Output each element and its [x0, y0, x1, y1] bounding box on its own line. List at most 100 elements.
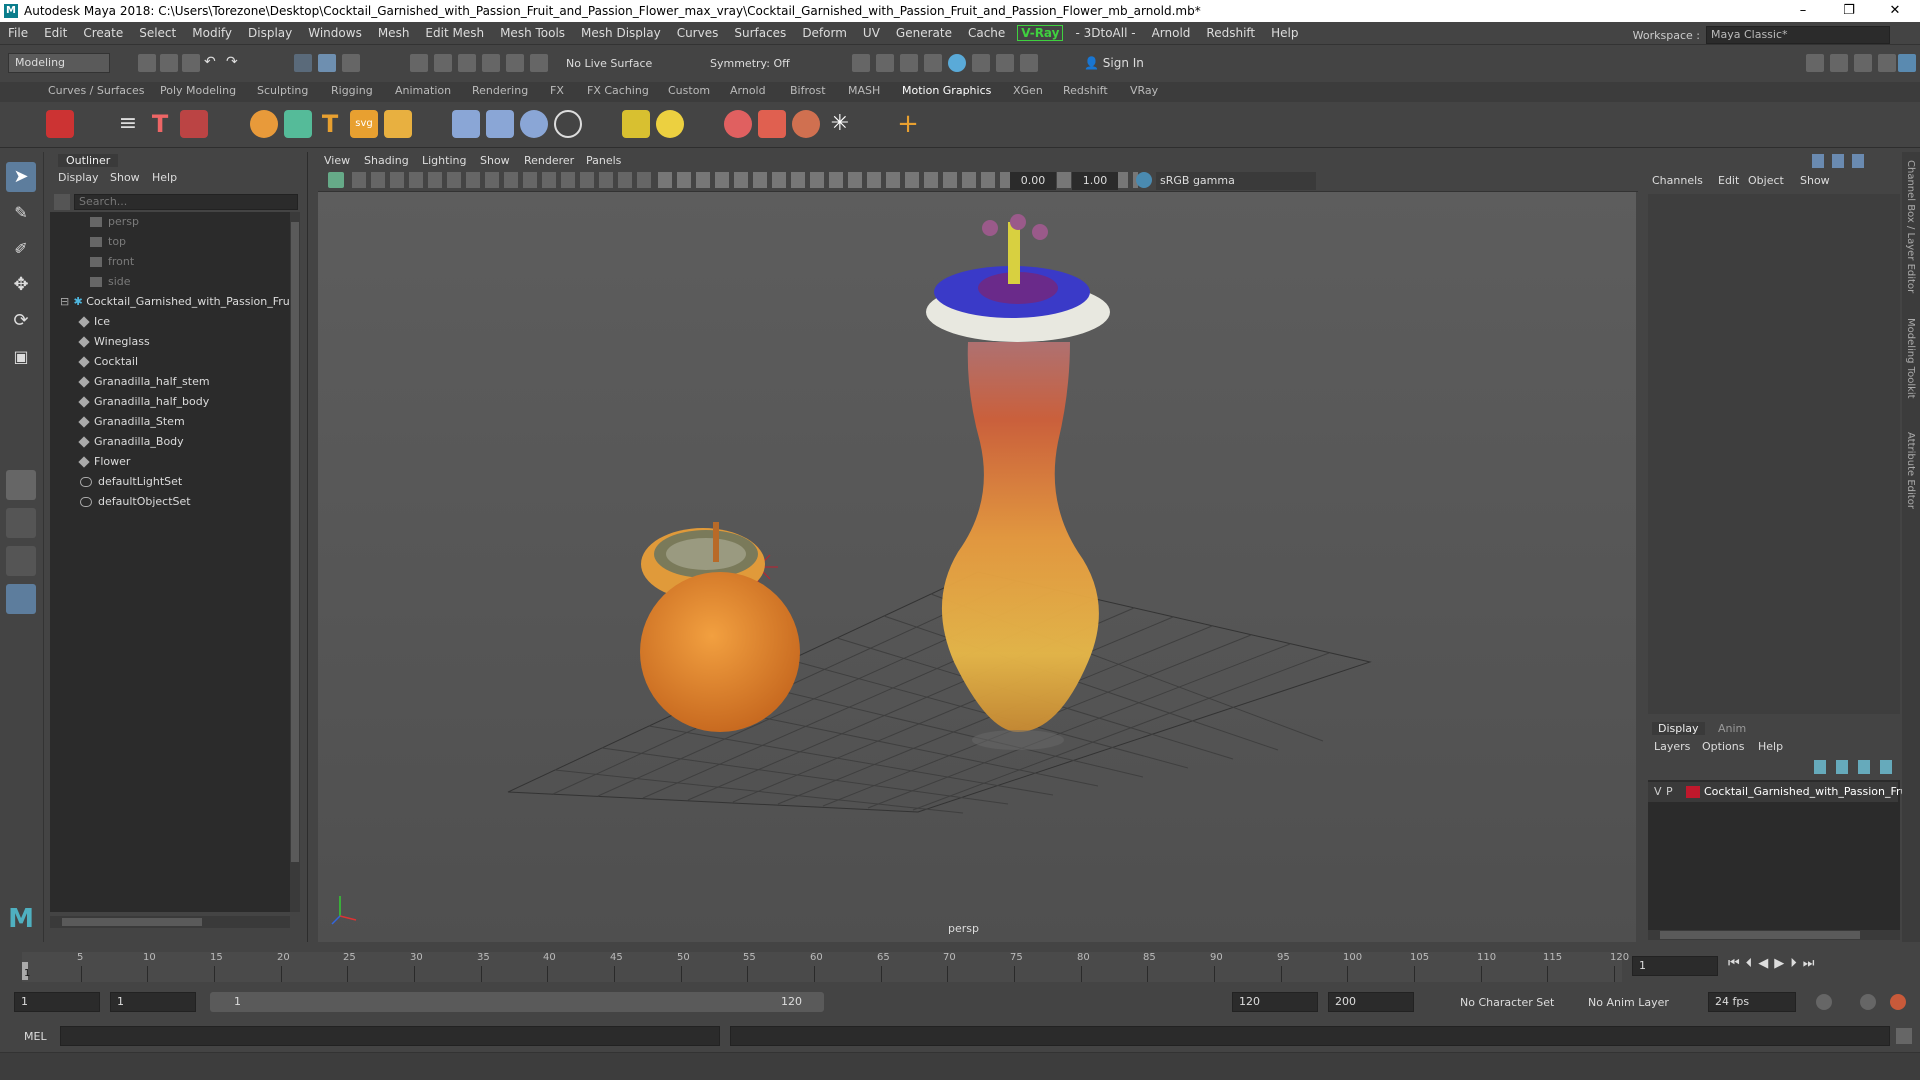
side-tab-attribute-editor[interactable]: Attribute Editor	[1905, 432, 1916, 509]
box-icon[interactable]	[384, 110, 412, 138]
select-by-component-icon[interactable]	[342, 54, 360, 72]
minimize-button[interactable]: –	[1780, 0, 1826, 22]
text-icon[interactable]: T	[316, 110, 344, 138]
outliner-item-granadilla-stem[interactable]: Granadilla_Stem	[78, 412, 185, 432]
layer-menu-help[interactable]: Help	[1758, 740, 1783, 753]
layer-menu-options[interactable]: Options	[1702, 740, 1744, 753]
channel-box-toggle-icon[interactable]	[1878, 54, 1896, 72]
menu-select[interactable]: Select	[131, 26, 184, 40]
layer-row[interactable]: V P Cocktail_Garnished_with_Passion_Fru	[1648, 782, 1908, 802]
list-icon[interactable]: ≡	[114, 110, 142, 138]
blob-icon[interactable]	[792, 110, 820, 138]
add-icon[interactable]: +	[894, 110, 922, 138]
command-input[interactable]	[60, 1026, 720, 1046]
layer-horizontal-scrollbar[interactable]	[1648, 930, 1900, 940]
wave-deformer-icon[interactable]	[486, 110, 514, 138]
menu-deform[interactable]: Deform	[794, 26, 855, 40]
layer-editor-toggle-icon[interactable]	[1898, 54, 1916, 72]
step-forward-icon[interactable]: ⏵	[1790, 956, 1803, 971]
channel-menu-object[interactable]: Object	[1748, 174, 1784, 187]
undo-icon[interactable]: ↶	[204, 54, 222, 72]
shelf-tab-mash[interactable]: MASH	[848, 84, 880, 97]
tool-settings-toggle-icon[interactable]	[1854, 54, 1872, 72]
shelf-tab-vray[interactable]: VRay	[1130, 84, 1158, 97]
side-tab-modeling-toolkit[interactable]: Modeling Toolkit	[1905, 318, 1916, 399]
scale-tool-icon[interactable]: ▣	[6, 342, 36, 372]
shelf-tab-arnold[interactable]: Arnold	[730, 84, 766, 97]
outliner-menu-show[interactable]: Show	[110, 171, 140, 184]
perspective-viewport[interactable]: persp	[318, 192, 1636, 942]
menu-mesh-display[interactable]: Mesh Display	[573, 26, 669, 40]
camera-tools-icons[interactable]	[352, 172, 652, 188]
menu-edit-mesh[interactable]: Edit Mesh	[417, 26, 492, 40]
outliner-search-input[interactable]: Search...	[74, 194, 298, 210]
arnold-render-icon[interactable]	[996, 54, 1014, 72]
sphere-deformer-icon[interactable]	[520, 110, 548, 138]
viewport-menu-shading[interactable]: Shading	[364, 154, 409, 167]
particles-icon[interactable]	[724, 110, 752, 138]
select-tool-icon[interactable]: ➤	[6, 162, 36, 192]
menu-edit[interactable]: Edit	[36, 26, 75, 40]
menu-mesh-tools[interactable]: Mesh Tools	[492, 26, 573, 40]
redo-icon[interactable]: ↷	[226, 54, 244, 72]
layer-action-icons[interactable]	[1814, 760, 1894, 774]
color-management-icon[interactable]	[1136, 172, 1152, 188]
layer-playback-toggle[interactable]: P	[1666, 782, 1673, 802]
viewport-menu-lighting[interactable]: Lighting	[422, 154, 466, 167]
menu-generate[interactable]: Generate	[888, 26, 960, 40]
emitter-icon[interactable]: ✳	[826, 110, 854, 138]
side-tab-channel-box[interactable]: Channel Box / Layer Editor	[1905, 160, 1916, 293]
loop-icon[interactable]	[1816, 994, 1832, 1010]
outliner-item-wineglass[interactable]: Wineglass	[78, 332, 150, 352]
restore-button[interactable]: ❐	[1826, 0, 1872, 22]
layer-color-swatch[interactable]	[1686, 786, 1700, 798]
menu-curves[interactable]: Curves	[669, 26, 727, 40]
channel-menu-show[interactable]: Show	[1800, 174, 1830, 187]
scrollbar-thumb[interactable]	[1660, 931, 1860, 939]
type-tool-icon[interactable]: T	[146, 110, 174, 138]
shape-icon[interactable]	[758, 110, 786, 138]
exposure-field[interactable]: 0.00	[1010, 172, 1056, 190]
select-by-hierarchy-icon[interactable]	[294, 54, 312, 72]
gamma-field[interactable]: 1.00	[1072, 172, 1118, 190]
select-by-object-icon[interactable]	[318, 54, 336, 72]
outliner-horizontal-scrollbar[interactable]	[50, 916, 290, 928]
outliner-item-top[interactable]: top	[90, 232, 126, 252]
shelf-tab-fx[interactable]: FX	[550, 84, 564, 97]
snap-surface-icon[interactable]	[506, 54, 524, 72]
scrollbar-thumb[interactable]	[62, 918, 202, 926]
outliner-menu-help[interactable]: Help	[152, 171, 177, 184]
persp-outliner-layout-icon[interactable]	[6, 546, 36, 576]
playback-end-field[interactable]: 120	[1232, 992, 1318, 1012]
outliner-item-default-object-set[interactable]: defaultObjectSet	[80, 492, 191, 512]
shelf-tab-animation[interactable]: Animation	[395, 84, 451, 97]
outliner-item-persp[interactable]: persp	[90, 212, 139, 232]
filter-icon[interactable]	[54, 194, 70, 210]
shelf-tab-sculpting[interactable]: Sculpting	[257, 84, 308, 97]
current-frame-field[interactable]: 1	[1632, 956, 1718, 976]
outliner-item-granadilla-half-stem[interactable]: Granadilla_half_stem	[78, 372, 210, 392]
channel-box-toggle-icons[interactable]	[1812, 154, 1872, 168]
layer-menu-layers[interactable]: Layers	[1654, 740, 1690, 753]
layer-tab-anim[interactable]: Anim	[1718, 722, 1746, 735]
range-slider-bar[interactable]: 1 120	[210, 992, 824, 1012]
snap-grid-icon[interactable]	[410, 54, 428, 72]
shelf-tab-rigging[interactable]: Rigging	[331, 84, 373, 97]
channel-menu-edit[interactable]: Edit	[1718, 174, 1739, 187]
shelf-tab-rendering[interactable]: Rendering	[472, 84, 528, 97]
preferences-icon[interactable]	[1890, 994, 1906, 1010]
light-icon[interactable]	[656, 110, 684, 138]
shelf-tab-poly-modeling[interactable]: Poly Modeling	[160, 84, 236, 97]
play-forward-icon[interactable]: ▶	[1774, 956, 1790, 971]
snap-point-icon[interactable]	[458, 54, 476, 72]
menu-display[interactable]: Display	[240, 26, 300, 40]
new-scene-icon[interactable]	[138, 54, 156, 72]
shelf-tab-bifrost[interactable]: Bifrost	[790, 84, 826, 97]
shelf-tab-fx-caching[interactable]: FX Caching	[587, 84, 649, 97]
shelf-tab-redshift[interactable]: Redshift	[1063, 84, 1108, 97]
menu-redshift[interactable]: Redshift	[1198, 26, 1263, 40]
shelf-tab-xgen[interactable]: XGen	[1013, 84, 1043, 97]
open-scene-icon[interactable]	[160, 54, 178, 72]
step-back-icon[interactable]: ⏴	[1746, 956, 1759, 971]
auto-key-icon[interactable]	[1860, 994, 1876, 1010]
